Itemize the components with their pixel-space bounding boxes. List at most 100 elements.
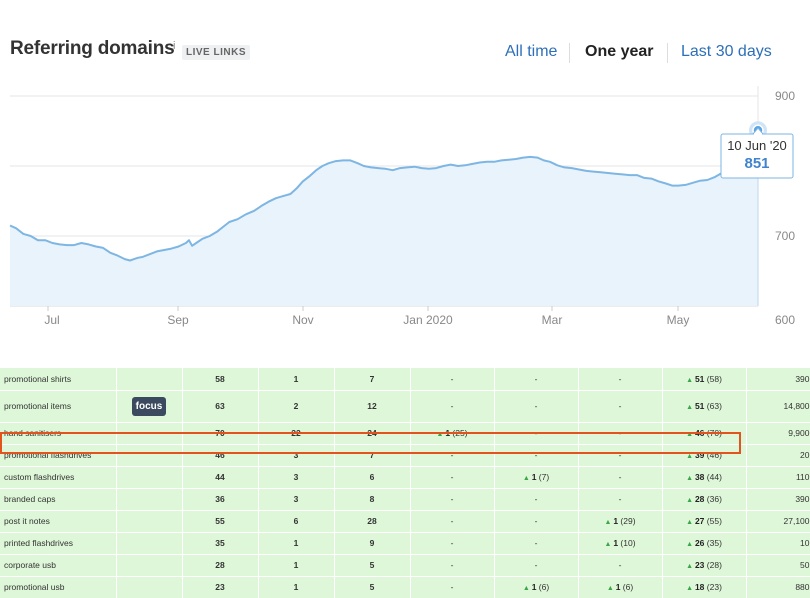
- cell-value: 3: [293, 472, 299, 482]
- table-row[interactable]: branded caps 36 3 8 - - - ▲ 28 (36) 390: [0, 488, 810, 511]
- up-arrow-icon: ▲: [686, 453, 695, 460]
- position-cell: 8: [334, 488, 411, 511]
- volume-value: 27,100: [783, 516, 810, 526]
- keyword-label: post it notes: [4, 516, 50, 526]
- focus-cell: [116, 532, 183, 555]
- change-cell: -: [578, 444, 663, 467]
- change-detail: (70): [706, 428, 722, 438]
- focus-button[interactable]: focus: [131, 396, 167, 416]
- change-detail: (35): [706, 538, 722, 548]
- volume-cell: 50: [746, 554, 810, 577]
- keyword-label: promotional flashdrives: [4, 450, 92, 460]
- info-icon[interactable]: i: [173, 40, 175, 52]
- keyword-cell: promotional flashdrives: [0, 444, 117, 467]
- cell-value: 8: [369, 494, 375, 504]
- change-cell: -: [410, 488, 495, 511]
- table-row[interactable]: promotional items focus 63 2 12 - - - ▲ 51 (63) 1…: [0, 390, 810, 423]
- change-cell: -: [494, 444, 579, 467]
- referring-domains-chart[interactable]: 900 700 600 Jul Sep Nov Jan 2020 Mar May 10 Jun '…: [0, 78, 810, 340]
- focus-cell: focus: [116, 390, 183, 423]
- change-detail: (6): [622, 582, 634, 592]
- cell-value: 28: [367, 516, 377, 526]
- change-cell: -: [494, 390, 579, 423]
- position-cell: 63: [182, 390, 259, 423]
- table-row[interactable]: post it notes 55 6 28- - ▲ 1 (29) ▲ 27 (55) 27,…: [0, 510, 810, 533]
- cell-value: 36: [215, 494, 225, 504]
- volume-value: 20: [800, 450, 810, 460]
- change-cell: -: [410, 466, 495, 489]
- cell-value: -: [450, 494, 454, 504]
- up-arrow-icon: ▲: [604, 519, 614, 526]
- x-tick-label: Jan 2020: [403, 313, 453, 327]
- up-arrow-icon: ▲: [606, 585, 616, 592]
- cell-value: -: [618, 560, 622, 570]
- volume-value: 390: [795, 373, 810, 384]
- volume-value: 390: [795, 494, 810, 504]
- cell-value: -: [534, 401, 538, 411]
- cell-value: -: [534, 494, 538, 504]
- position-cell: 6: [334, 466, 411, 489]
- position-cell: 1: [258, 368, 335, 391]
- table-row[interactable]: promotional shirts 58 1 7 - - - ▲ 51 (58) 390: [0, 368, 810, 391]
- cell-value: -: [534, 560, 538, 570]
- focus-cell: [116, 422, 183, 445]
- change-value: 1: [615, 582, 621, 592]
- cell-value: 6: [293, 516, 299, 526]
- cell-value: -: [450, 538, 454, 548]
- position-cell: 44: [182, 466, 259, 489]
- cell-value: 3: [293, 494, 299, 504]
- cell-value: -: [618, 494, 622, 504]
- change-value: 1: [531, 582, 537, 592]
- cell-value: 7: [369, 373, 375, 384]
- focus-cell: [116, 576, 183, 598]
- change-value: 26: [694, 538, 705, 548]
- range-all-time-button[interactable]: All time: [505, 43, 557, 61]
- change-value: 28: [694, 494, 705, 504]
- range-last-30-days-button[interactable]: Last 30 days: [681, 43, 772, 61]
- change-cell: ▲ 27 (55): [662, 510, 747, 533]
- change-cell: ▲ 1 (29): [578, 510, 663, 533]
- keyword-label: promotional usb: [4, 582, 65, 592]
- cell-value: -: [450, 472, 454, 482]
- cell-value: 1: [293, 373, 299, 384]
- cell-value: -: [534, 428, 538, 438]
- up-arrow-icon: ▲: [686, 404, 695, 411]
- cell-value: 5: [369, 560, 375, 570]
- table-row[interactable]: promotional flashdrives 46 3 7 - - - ▲ 39 (46) 2…: [0, 444, 810, 467]
- position-cell: 36: [182, 488, 259, 511]
- up-arrow-icon: ▲: [604, 541, 614, 548]
- table-row[interactable]: promotional usb 23 1 5- ▲ 1 (6) ▲ 1 (6) ▲ 18 (…: [0, 576, 810, 598]
- position-cell: 28: [334, 510, 411, 533]
- change-value: 1: [445, 428, 451, 438]
- volume-cell: 880: [746, 576, 810, 598]
- keyword-label: hand sanitisers: [4, 428, 62, 438]
- table-row[interactable]: corporate usb 28 1 5 - - - ▲ 23 (28) 50: [0, 554, 810, 577]
- position-cell: 23: [182, 576, 259, 598]
- cell-value: -: [618, 472, 622, 482]
- up-arrow-icon: ▲: [686, 431, 695, 438]
- change-cell: -: [410, 510, 495, 533]
- change-cell: -: [578, 422, 663, 445]
- table-row[interactable]: custom flashdrives 44 3 6 - ▲ 1 (7) - ▲ 38 (44)…: [0, 466, 810, 489]
- keyword-label: branded caps: [4, 494, 56, 504]
- change-value: 51: [694, 373, 705, 384]
- keyword-label: promotional shirts: [4, 373, 72, 384]
- change-cell: ▲ 46 (70): [662, 422, 747, 445]
- range-one-year-button[interactable]: One year: [585, 43, 653, 61]
- cell-value: 3: [293, 450, 299, 460]
- change-cell: -: [494, 554, 579, 577]
- keyword-label: custom flashdrives: [4, 472, 75, 482]
- keyword-label: printed flashdrives: [4, 538, 73, 548]
- up-arrow-icon: ▲: [686, 519, 695, 526]
- change-detail: (6): [538, 582, 550, 592]
- y-tick-label: 700: [775, 229, 795, 243]
- keyword-cell: promotional items: [0, 390, 117, 423]
- up-arrow-icon: ▲: [686, 585, 695, 592]
- up-arrow-icon: ▲: [686, 563, 695, 570]
- table-row[interactable]: hand sanitisers 70 22 24 ▲ 1 (25) - - ▲ 46 (70)…: [0, 422, 810, 445]
- cell-value: 58: [215, 373, 225, 384]
- keyword-cell: branded caps: [0, 488, 117, 511]
- chart-header: Referring domains i LIVE LINKS All time …: [0, 0, 810, 78]
- cell-value: 1: [293, 560, 299, 570]
- table-row[interactable]: printed flashdrives 35 1 9- - ▲ 1 (10) ▲ 26 (3…: [0, 532, 810, 555]
